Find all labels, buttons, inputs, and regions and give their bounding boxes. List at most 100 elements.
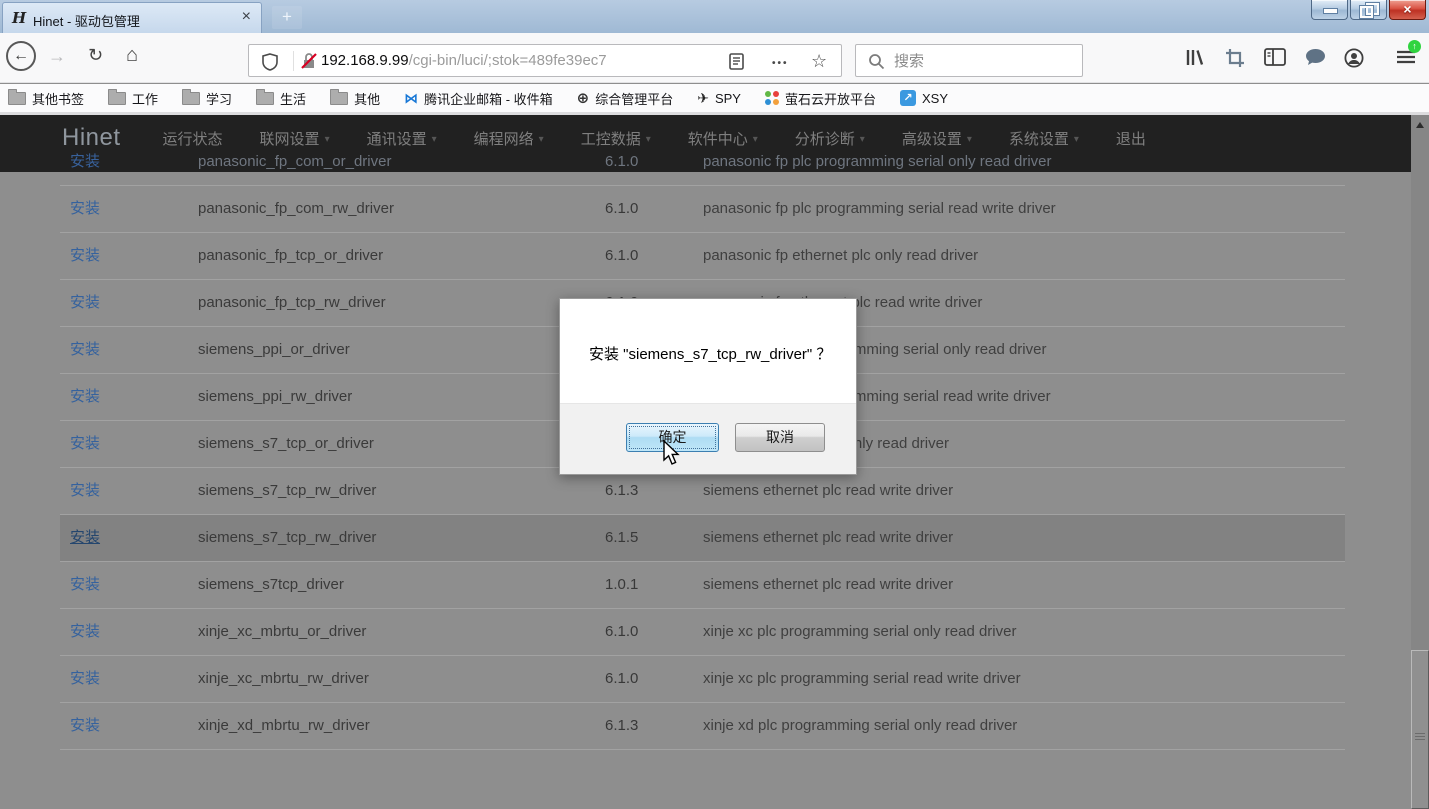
search-bar[interactable]	[855, 44, 1083, 77]
folder-icon	[108, 92, 126, 105]
update-badge-icon: ↑	[1408, 40, 1421, 53]
install-link[interactable]: 安装	[70, 609, 100, 655]
bookmark-folder-other[interactable]: 其他书签	[8, 89, 84, 108]
folder-icon	[256, 92, 274, 105]
nav-item-logout[interactable]: 退出	[1116, 128, 1146, 149]
bookmark-folder-misc[interactable]: 其他	[330, 89, 380, 108]
install-link[interactable]: 安装	[70, 468, 100, 514]
driver-version: 6.1.0	[605, 233, 638, 279]
install-link[interactable]: 安装	[70, 656, 100, 702]
bookmark-star-icon[interactable]: ☆	[811, 51, 827, 72]
nav-item-comm-settings[interactable]: 通讯设置▾	[367, 128, 437, 149]
table-row: 安装 panasonic_fp_com_rw_driver 6.1.0 pana…	[60, 186, 1345, 233]
screenshot-crop-icon[interactable]	[1225, 48, 1245, 68]
folder-icon	[8, 92, 26, 105]
driver-description: xinje xd plc programming serial only rea…	[703, 703, 1017, 749]
bookmark-admin-platform[interactable]: ⊕综合管理平台	[577, 89, 674, 108]
install-link[interactable]: 安装	[70, 515, 100, 561]
install-link[interactable]: 安装	[70, 327, 100, 373]
bookmark-tencent-exmail[interactable]: ⋈ 腾讯企业邮箱 - 收件箱	[404, 89, 553, 108]
mouse-cursor	[663, 440, 685, 466]
reader-mode-icon[interactable]	[729, 53, 744, 70]
driver-name: siemens_s7_tcp_rw_driver	[198, 468, 376, 514]
insecure-lock-icon[interactable]	[301, 52, 317, 70]
page-actions-icon[interactable]: •••	[772, 58, 789, 69]
site-favicon: H	[12, 9, 26, 27]
tab-close-icon[interactable]: ×	[242, 8, 251, 26]
back-icon: ←	[13, 47, 29, 64]
driver-description: xinje xc plc programming serial read wri…	[703, 656, 1021, 702]
nav-item-system-settings[interactable]: 系统设置▾	[1009, 128, 1079, 149]
restore-icon-front	[1360, 6, 1373, 18]
driver-description: siemens ethernet plc read write driver	[703, 515, 953, 561]
nav-item-software-center[interactable]: 软件中心▾	[688, 128, 758, 149]
nav-item-programming-network[interactable]: 编程网络▾	[474, 128, 544, 149]
window-minimize-button[interactable]	[1311, 0, 1348, 20]
reload-button[interactable]: ↻	[88, 45, 103, 66]
chevron-down-icon: ▾	[753, 134, 758, 145]
bookmark-spy[interactable]: ✈SPY	[697, 90, 741, 107]
driver-name: panasonic_fp_com_rw_driver	[198, 186, 394, 232]
forward-button[interactable]: →	[48, 46, 66, 67]
tencent-exmail-icon: ⋈	[404, 90, 418, 107]
nav-item-network-settings[interactable]: 联网设置▾	[260, 128, 330, 149]
driver-version: 6.1.0	[605, 186, 638, 232]
bookmark-label: 工作	[132, 89, 158, 108]
install-link[interactable]: 安装	[70, 152, 100, 172]
driver-version: 6.1.3	[605, 703, 638, 749]
install-link[interactable]: 安装	[70, 233, 100, 279]
new-tab-button[interactable]: +	[272, 6, 302, 29]
browser-tab[interactable]: H Hinet - 驱动包管理 ×	[2, 2, 262, 33]
table-row: 安装 panasonic_fp_com_or_driver 6.1.0 pana…	[60, 161, 1345, 186]
back-button[interactable]: ←	[6, 41, 36, 71]
install-link[interactable]: 安装	[70, 186, 100, 232]
scrollbar-thumb[interactable]	[1411, 650, 1429, 809]
install-link[interactable]: 安装	[70, 562, 100, 608]
sidebar-toggle-icon[interactable]	[1264, 48, 1286, 66]
scrollbar-up-arrow-icon[interactable]	[1416, 122, 1424, 128]
driver-description: panasonic fp plc programming serial only…	[703, 152, 1052, 172]
install-link[interactable]: 安装	[70, 703, 100, 749]
window-restore-button[interactable]	[1350, 0, 1387, 20]
install-link[interactable]: 安装	[70, 421, 100, 467]
install-link[interactable]: 安装	[70, 280, 100, 326]
bookmark-xsy[interactable]: ↗XSY	[900, 90, 948, 106]
driver-version: 1.0.1	[605, 562, 638, 608]
bookmark-folder-study[interactable]: 学习	[182, 89, 232, 108]
nav-item-analysis-diagnosis[interactable]: 分析诊断▾	[795, 128, 865, 149]
bookmark-label: 腾讯企业邮箱 - 收件箱	[424, 89, 553, 108]
driver-description: xinje xc plc programming serial only rea…	[703, 609, 1016, 655]
tracking-shield-icon[interactable]	[262, 53, 278, 71]
account-icon[interactable]	[1344, 48, 1364, 68]
window-close-button[interactable]: ×	[1389, 0, 1426, 20]
home-button[interactable]: ⌂	[126, 44, 138, 67]
cancel-button[interactable]: 取消	[735, 423, 825, 452]
driver-name: xinje_xc_mbrtu_rw_driver	[198, 656, 369, 702]
nav-item-run-status[interactable]: 运行状态	[163, 128, 223, 149]
bookmark-ys7-platform[interactable]: 萤石云开放平台	[765, 89, 876, 108]
library-icon[interactable]	[1184, 48, 1206, 67]
feedback-bubble-icon[interactable]	[1305, 48, 1326, 66]
chevron-down-icon: ▾	[1074, 134, 1079, 145]
install-link[interactable]: 安装	[70, 374, 100, 420]
driver-name: siemens_s7tcp_driver	[198, 562, 344, 608]
bookmark-folder-work[interactable]: 工作	[108, 89, 158, 108]
menu-hamburger-icon[interactable]: ↑	[1396, 48, 1416, 66]
nav-item-advanced-settings[interactable]: 高级设置▾	[902, 128, 972, 149]
search-input[interactable]	[892, 48, 1076, 74]
minimize-icon	[1323, 8, 1338, 14]
bookmark-folder-life[interactable]: 生活	[256, 89, 306, 108]
scrollbar-grip-icon	[1415, 733, 1425, 742]
xsy-icon: ↗	[900, 90, 916, 106]
url-text[interactable]: 192.168.9.99/cgi-bin/luci/;stok=489fe39e…	[321, 52, 607, 69]
url-path: /cgi-bin/luci/;stok=489fe39ec7	[409, 52, 607, 69]
url-host: 192.168.9.99	[321, 52, 409, 69]
driver-description: panasonic fp ethernet plc only read driv…	[703, 233, 978, 279]
nav-item-industrial-data[interactable]: 工控数据▾	[581, 128, 651, 149]
chevron-down-icon: ▾	[539, 134, 544, 145]
tab-title: Hinet - 驱动包管理	[33, 11, 140, 30]
vertical-scrollbar[interactable]	[1411, 115, 1429, 809]
url-bar[interactable]: 192.168.9.99/cgi-bin/luci/;stok=489fe39e…	[248, 44, 842, 77]
title-bar: H Hinet - 驱动包管理 × + ×	[0, 0, 1429, 33]
driver-name: siemens_s7_tcp_or_driver	[198, 421, 374, 467]
